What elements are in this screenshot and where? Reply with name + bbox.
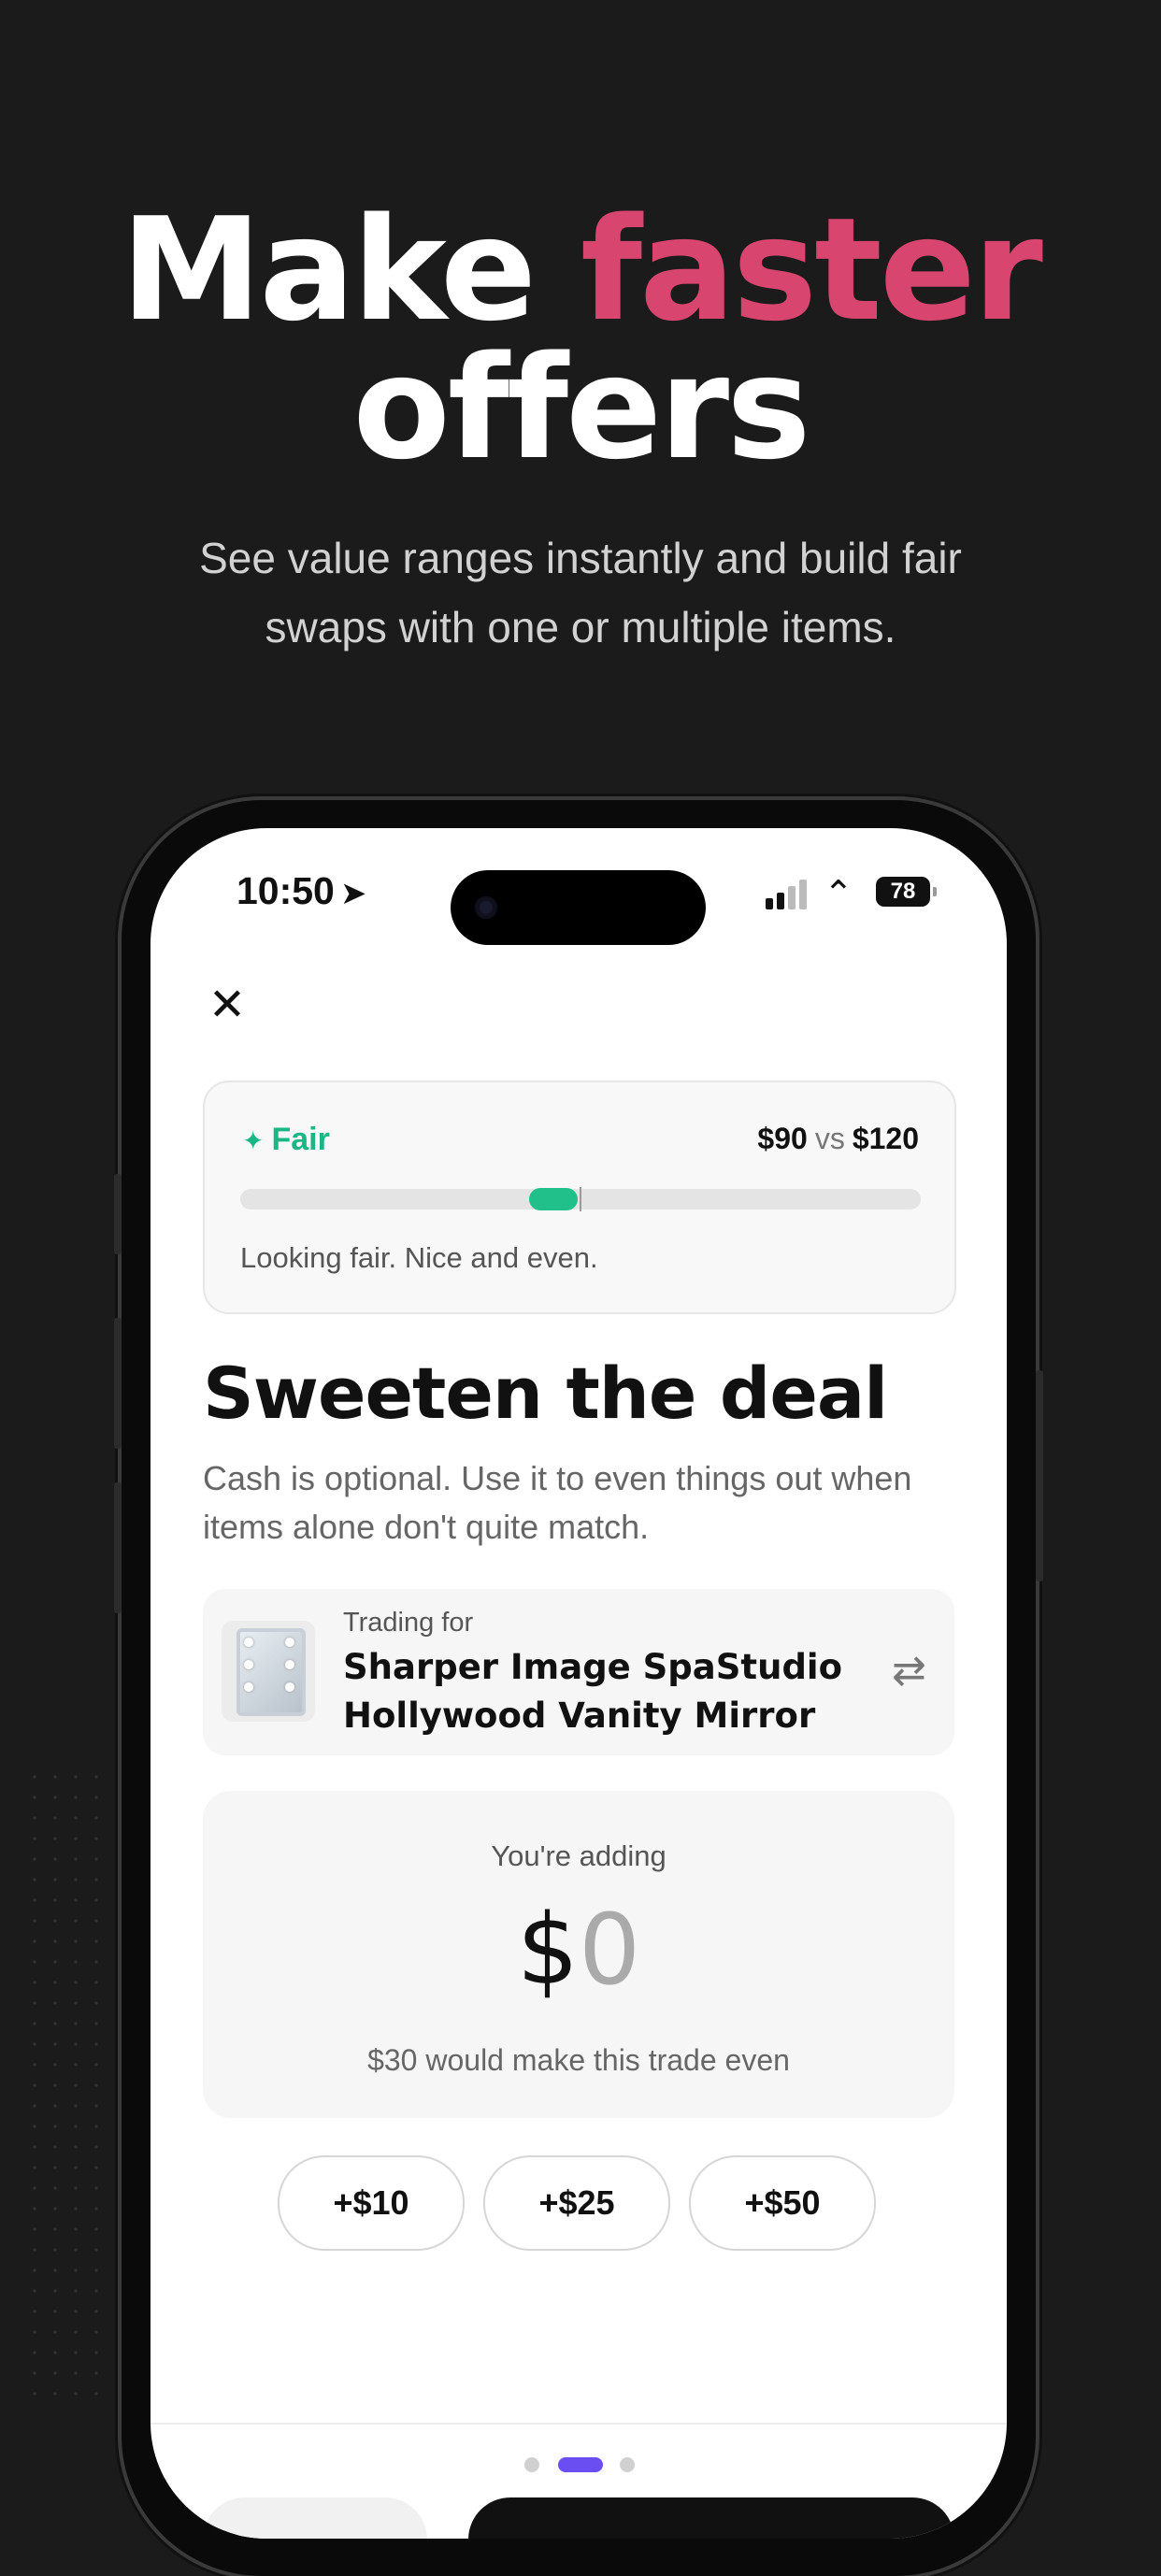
phone-volume-up-button <box>114 1318 122 1449</box>
fairness-caption: Looking fair. Nice and even. <box>240 1241 598 1274</box>
battery-icon: 78 <box>876 877 937 907</box>
fairness-marker <box>528 1188 578 1210</box>
adding-label: You're adding <box>491 1839 666 1872</box>
your-value: $90 <box>757 1122 808 1155</box>
bottom-divider <box>150 2423 1007 2425</box>
add-10-button[interactable]: +$10 <box>278 2155 465 2251</box>
hero-subtitle: See value ranges instantly and build fai… <box>113 523 1048 662</box>
quick-add-row: +$10 +$25 +$50 <box>278 2155 880 2251</box>
hero-title-line2: offers <box>352 325 810 491</box>
their-value: $120 <box>852 1122 919 1155</box>
back-button[interactable] <box>203 2497 427 2539</box>
trade-item-card[interactable]: Trading for Sharper Image SpaStudio Holl… <box>203 1589 954 1755</box>
trade-item-name-line1: Sharper Image SpaStudio <box>343 1647 843 1687</box>
cash-amount-input[interactable]: $0 <box>203 1894 954 2006</box>
close-icon[interactable]: ✕ <box>207 983 248 1028</box>
decorative-dot-grid <box>24 1767 99 2402</box>
fairness-label-text: Fair <box>271 1122 330 1157</box>
fairness-card: ✦ Fair $90 vs $120 Looking fair. Nice and e… <box>203 1080 956 1314</box>
even-trade-hint: $30 would make this trade even <box>367 2043 790 2077</box>
add-25-button[interactable]: +$25 <box>483 2155 670 2251</box>
phone-screen: 10:50 ➤ ⌃ 78 ✕ ✦ Fair $90 vs $120 Looking fa… <box>150 828 1007 2539</box>
value-comparison: $90 vs $120 <box>757 1122 919 1156</box>
fairness-center-line <box>580 1187 581 1211</box>
swap-icon[interactable]: ⇄ <box>892 1647 926 1695</box>
vs-label: vs <box>814 1122 845 1155</box>
phone-volume-down-button <box>114 1482 122 1613</box>
phone-action-button <box>114 1174 122 1254</box>
continue-button[interactable] <box>468 2497 954 2539</box>
currency-symbol: $ <box>516 1893 579 2007</box>
hero-title: Make faster offers <box>0 199 1161 491</box>
status-time: 10:50 ➤ <box>236 869 366 913</box>
hero-subtitle-line1: See value ranges instantly and build fai… <box>199 534 962 582</box>
signal-icon <box>766 880 809 909</box>
section-title: Sweeten the deal <box>203 1352 888 1435</box>
add-50-button[interactable]: +$50 <box>689 2155 876 2251</box>
item-thumbnail <box>222 1621 315 1722</box>
page-dot-3 <box>620 2457 635 2472</box>
dynamic-island <box>451 870 706 945</box>
trade-item-name: Sharper Image SpaStudio Hollywood Vanity… <box>343 1643 848 1740</box>
trade-item-name-line2: Hollywood Vanity Mirror <box>343 1696 816 1736</box>
hero-title-line1: Make faster <box>0 199 1161 341</box>
wifi-icon: ⌃ <box>824 875 853 914</box>
fairness-meter <box>240 1187 921 1211</box>
status-time-text: 10:50 <box>236 869 335 912</box>
phone-power-button <box>1036 1370 1043 1581</box>
sparkle-icon: ✦ <box>242 1126 265 1155</box>
page-indicator <box>524 2455 637 2472</box>
hero-subtitle-line2: swaps with one or multiple items. <box>265 603 896 651</box>
page-dot-1 <box>524 2457 539 2472</box>
trade-label: Trading for <box>343 1608 474 1638</box>
vanity-mirror-image <box>236 1628 306 1716</box>
front-camera <box>475 896 497 919</box>
cash-adding-card[interactable]: You're adding $0 $30 would make this tra… <box>203 1791 954 2118</box>
battery-level: 78 <box>890 879 916 904</box>
cash-amount-value: 0 <box>579 1893 641 2007</box>
section-description: Cash is optional. Use it to even things … <box>203 1459 912 1546</box>
fairness-label: ✦ Fair <box>242 1122 330 1158</box>
page-dot-2 <box>558 2457 603 2472</box>
location-arrow-icon: ➤ <box>339 876 367 911</box>
